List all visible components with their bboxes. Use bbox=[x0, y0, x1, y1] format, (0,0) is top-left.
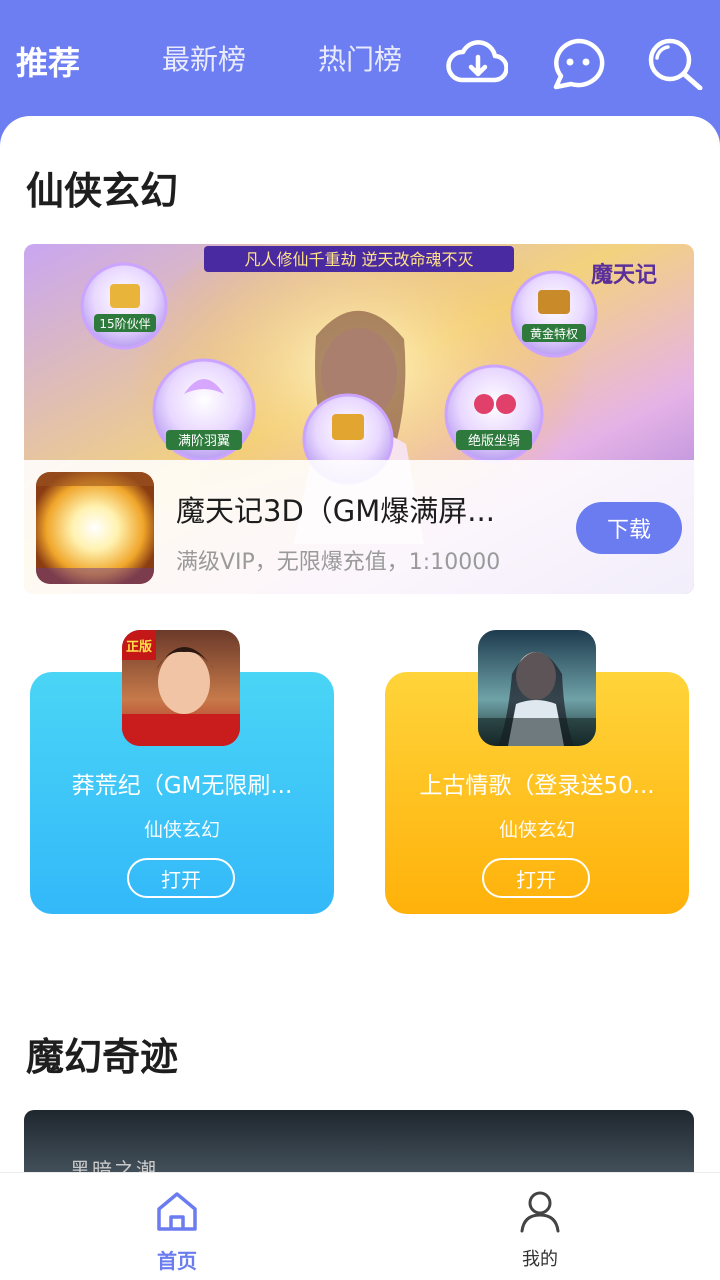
download-button[interactable]: 下载 bbox=[576, 502, 682, 554]
game-icon-manghuangji[interactable]: 正版 bbox=[122, 630, 240, 746]
banner-badge-4: 绝版坐骑 bbox=[468, 433, 520, 449]
open-button[interactable]: 打开 bbox=[127, 858, 235, 898]
search-icon[interactable] bbox=[646, 36, 708, 90]
banner-caption: 凡人修仙千重劫 逆天改命魂不灭 bbox=[244, 250, 473, 269]
banner-logo: 魔天记 bbox=[591, 262, 657, 288]
section-title-xianxia: 仙侠玄幻 bbox=[26, 169, 179, 213]
game-icon-shangguqingge[interactable] bbox=[478, 630, 596, 746]
bottom-nav: 首页 我的 bbox=[0, 1172, 720, 1280]
chat-bubble-icon[interactable] bbox=[548, 36, 610, 90]
featured-game-icon[interactable] bbox=[36, 472, 154, 584]
nav-home[interactable]: 首页 bbox=[117, 1187, 237, 1277]
featured-info-bar: 魔天记3D（GM爆满屏... 满级VIP，无限爆充值，1:10000 下载 bbox=[24, 460, 694, 594]
top-bar: 推荐 最新榜 热门榜 bbox=[0, 0, 720, 130]
home-icon bbox=[157, 1192, 197, 1231]
game-card-title: 莽荒纪（GM无限刷... bbox=[71, 773, 293, 799]
nav-mine-label: 我的 bbox=[522, 1249, 558, 1270]
open-button[interactable]: 打开 bbox=[482, 858, 590, 898]
second-banner-title: 黑暗之潮 bbox=[70, 1158, 158, 1172]
banner-badge-2: 黄金特权 bbox=[530, 326, 578, 341]
download-cloud-icon[interactable] bbox=[446, 36, 508, 90]
tab-recommend[interactable]: 推荐 bbox=[16, 38, 80, 84]
tab-hot[interactable]: 热门榜 bbox=[318, 38, 402, 78]
featured-banner[interactable]: 凡人修仙千重劫 逆天改命魂不灭 魔天记 15阶伙伴 黄金特权 满阶羽翼 绝版坐骑 bbox=[24, 244, 694, 594]
nav-home-label: 首页 bbox=[157, 1249, 197, 1273]
featured-game-title[interactable]: 魔天记3D（GM爆满屏... bbox=[176, 488, 546, 530]
banner-badge-1: 15阶伙伴 bbox=[99, 317, 150, 331]
game-card-title: 上古情歌（登录送50... bbox=[419, 773, 655, 799]
nav-mine[interactable]: 我的 bbox=[480, 1187, 600, 1277]
user-icon bbox=[520, 1191, 560, 1233]
tab-latest[interactable]: 最新榜 bbox=[162, 38, 246, 78]
icon-badge-text: 正版 bbox=[126, 639, 152, 655]
banner-badge-3: 满阶羽翼 bbox=[178, 434, 230, 449]
second-banner[interactable]: 黑暗之潮 bbox=[24, 1110, 694, 1172]
game-card-category: 仙侠玄幻 bbox=[143, 819, 220, 841]
section-title-mohuan: 魔幻奇迹 bbox=[26, 1035, 179, 1079]
featured-game-subtitle: 满级VIP，无限爆充值，1:10000 bbox=[176, 550, 501, 575]
game-card-category: 仙侠玄幻 bbox=[498, 819, 575, 841]
content-area: 仙侠玄幻 凡人修仙千重劫 逆天改命魂不灭 魔天记 15阶伙伴 黄金特权 满阶羽翼… bbox=[0, 116, 720, 1172]
